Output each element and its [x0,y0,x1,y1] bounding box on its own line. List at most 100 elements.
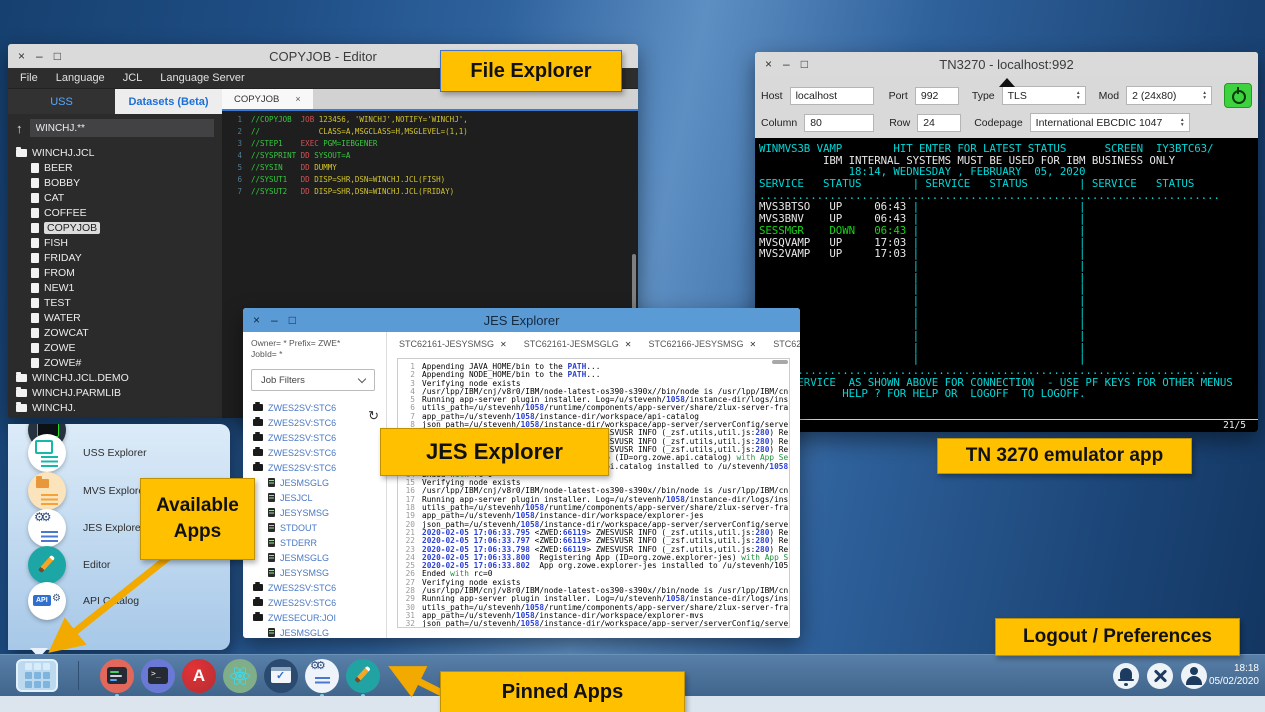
type-select[interactable]: TLS ▴▾ [1002,86,1086,105]
minimize-icon[interactable]: – [36,50,43,62]
mvs-app-icon [28,472,66,510]
menu-item-language[interactable]: Language [56,72,105,84]
app-launcher-button[interactable] [16,659,58,692]
jes-spool-file[interactable]: JESMSGLG [251,550,378,565]
chevron-down-icon [358,374,366,382]
close-icon[interactable]: × [253,314,260,326]
menu-item-language-server[interactable]: Language Server [160,72,244,84]
pinned-app-task-window[interactable]: ✓ [264,659,298,693]
tree-item[interactable]: COPYJOB [8,220,222,235]
bell-icon[interactable] [1113,663,1139,689]
jes-spool-file[interactable]: JESYSMSG [251,505,378,520]
jes-spool-file[interactable]: JESMSGLG [251,475,378,490]
tree-item[interactable]: CAT [8,190,222,205]
horizontal-scrollbar[interactable] [772,360,788,364]
pinned-app-jes-gears[interactable]: ⚙⚙ [305,659,339,693]
tree-item[interactable]: ZOWCAT [8,325,222,340]
tree-item[interactable]: WATER [8,310,222,325]
jes-spool-file[interactable]: JESJCL [251,490,378,505]
launcher-item-jes-explorer[interactable]: ⚙⚙JES Explorer [8,508,144,548]
editor-tab-copyjob[interactable]: COPYJOB × [222,89,313,109]
collapse-settings-icon[interactable] [999,78,1015,87]
pinned-app-react[interactable] [223,659,257,693]
maximize-icon[interactable]: □ [54,50,61,62]
connect-power-button[interactable] [1224,83,1252,108]
up-arrow-icon[interactable]: ↑ [16,121,23,136]
tree-item[interactable]: FROM [8,265,222,280]
launcher-item-api-catalog[interactable]: API⚙API Catalog [8,581,139,621]
close-tab-icon[interactable]: ✕ [625,340,632,349]
spool-log-view[interactable]: 1Appending JAVA_HOME/bin to the PATH...2… [397,358,790,628]
menu-item-file[interactable]: File [20,72,38,84]
jes-spool-file[interactable]: JESYSMSG [251,565,378,580]
job-filters-button[interactable]: Job Filters [251,369,375,391]
pinned-app-code-terminal[interactable] [100,659,134,693]
close-icon[interactable]: × [18,50,25,62]
jes-job-item[interactable]: ZWES2SV:STC6 [251,580,378,595]
column-label: Column [761,117,797,129]
tab-datasets[interactable]: Datasets (Beta) [115,89,222,114]
jes-tab[interactable]: STC62166-JESYSMSG✕ [649,339,757,349]
row-label: Row [889,117,910,129]
jes-tab[interactable]: STC62166-JESM [773,339,800,349]
close-tab-icon[interactable]: ✕ [500,340,507,349]
launcher-item-editor[interactable]: Editor [8,545,110,585]
tree-scrollbar[interactable] [632,254,636,310]
pinned-app-angular[interactable]: A [182,659,216,693]
port-input[interactable] [915,87,959,105]
maximize-icon[interactable]: □ [289,314,296,326]
tree-item[interactable]: WINCHJ.PARMLIB [8,385,222,400]
tree-item[interactable]: TEST [8,295,222,310]
minimize-icon[interactable]: – [271,314,278,326]
mod-select[interactable]: 2 (24x80) ▴▾ [1126,86,1212,105]
tree-item[interactable]: BEER [8,160,222,175]
pinned-app-editor-pencil[interactable] [346,659,380,693]
launcher-item-mvs-explorer[interactable]: MVS Explorer [8,471,148,511]
spinner-icon: ▴▾ [1181,118,1184,127]
jes-tab[interactable]: STC62161-JESYSMSG✕ [399,339,507,349]
jes-spool-file[interactable]: STDOUT [251,520,378,535]
jes-job-item[interactable]: ZWES2SV:STC6 [251,460,378,475]
tree-item[interactable]: BOBBY [8,175,222,190]
row-input[interactable] [917,114,961,132]
dataset-filter-input[interactable] [30,119,215,137]
maximize-icon[interactable]: □ [801,58,808,70]
jes-job-item[interactable]: ZWESECUR:JOI [251,610,378,625]
codepage-select[interactable]: International EBCDIC 1047 ▴▾ [1030,113,1190,132]
jes-job-item[interactable]: ZWES2SV:STC6 [251,595,378,610]
tree-item[interactable]: FISH [8,235,222,250]
refresh-icon[interactable]: ↻ [368,408,379,424]
column-input[interactable] [804,114,874,132]
jes-job-item[interactable]: ZWES2SV:STC6 [251,430,378,445]
menu-item-jcl[interactable]: JCL [123,72,143,84]
jes-spool-file[interactable]: STDERR [251,535,378,550]
user-icon[interactable] [1181,663,1207,689]
jes-tab[interactable]: STC62161-JESMSGLG✕ [524,339,632,349]
tree-item[interactable]: WINCHJ. [8,400,222,415]
jes-job-item[interactable]: ZWES2SV:STC6 [251,400,378,415]
minimize-icon[interactable]: – [783,58,790,70]
terminal-screen[interactable]: WINMVS3B VAMP HIT ENTER FOR LATEST STATU… [755,138,1258,419]
tn3270-titlebar[interactable]: × – □ TN3270 - localhost:992 [755,52,1258,76]
jes-job-item[interactable]: ZWES2SV:STC6 [251,415,378,430]
jes-spool-file[interactable]: JESMSGLG [251,625,378,638]
tools-icon[interactable] [1147,663,1173,689]
port-label: Port [889,90,908,102]
tree-item[interactable]: ZOWE# [8,355,222,370]
tab-uss[interactable]: USS [8,89,115,114]
jes-job-item[interactable]: ZWES2SV:STC6 [251,445,378,460]
close-tab-icon[interactable]: × [295,94,300,104]
tree-item[interactable]: FRIDAY [8,250,222,265]
host-input[interactable] [790,87,874,105]
close-tab-icon[interactable]: ✕ [750,340,757,349]
close-icon[interactable]: × [765,58,772,70]
file-icon [31,163,39,173]
launcher-item-uss-explorer[interactable]: USS Explorer [8,433,147,473]
tree-item[interactable]: NEW1 [8,280,222,295]
jes-titlebar[interactable]: × – □ JES Explorer [243,308,800,332]
tree-item[interactable]: WINCHJ.JCL.DEMO [8,370,222,385]
tree-item[interactable]: ZOWE [8,340,222,355]
tree-item[interactable]: COFFEE [8,205,222,220]
pinned-app-shell-terminal[interactable]: >_ [141,659,175,693]
tree-item[interactable]: WINCHJ.JCL [8,145,222,160]
